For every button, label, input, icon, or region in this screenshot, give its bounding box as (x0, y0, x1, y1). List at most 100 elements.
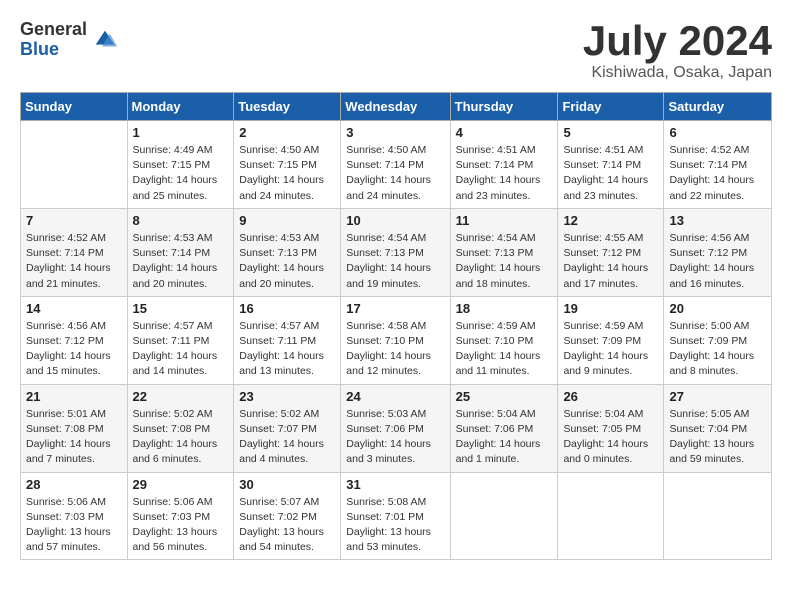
calendar-cell (450, 472, 558, 560)
day-info: Sunrise: 5:02 AM Sunset: 7:08 PM Dayligh… (133, 407, 229, 468)
day-info: Sunrise: 4:55 AM Sunset: 7:12 PM Dayligh… (563, 231, 658, 292)
day-info: Sunrise: 4:59 AM Sunset: 7:09 PM Dayligh… (563, 319, 658, 380)
header-thursday: Thursday (450, 93, 558, 121)
calendar-cell: 14Sunrise: 4:56 AM Sunset: 7:12 PM Dayli… (21, 296, 128, 384)
day-info: Sunrise: 4:58 AM Sunset: 7:10 PM Dayligh… (346, 319, 444, 380)
calendar-cell: 20 Sunrise: 5:00 AM Sunset: 7:09 PM Dayli… (664, 296, 772, 384)
day-info: Sunrise: 5:04 AM Sunset: 7:06 PM Dayligh… (456, 407, 553, 468)
calendar-cell: 22Sunrise: 5:02 AM Sunset: 7:08 PM Dayli… (127, 384, 234, 472)
calendar-cell: 10 Sunrise: 4:54 AM Sunset: 7:13 PM Dayli… (341, 208, 450, 296)
calendar-cell: 25 Sunrise: 5:04 AM Sunset: 7:06 PM Dayli… (450, 384, 558, 472)
day-info: Sunrise: 5:05 AM Sunset: 7:04 PM Dayligh… (669, 407, 766, 468)
day-number: 1 (133, 125, 229, 140)
day-number: 11 (456, 213, 553, 228)
day-info: Sunrise: 4:56 AM Sunset: 7:12 PM Dayligh… (26, 319, 122, 380)
day-number: 19 (563, 301, 658, 316)
day-number: 29 (133, 477, 229, 492)
calendar-cell (664, 472, 772, 560)
calendar-week-3: 14Sunrise: 4:56 AM Sunset: 7:12 PM Dayli… (21, 296, 772, 384)
day-number: 13 (669, 213, 766, 228)
day-info: Sunrise: 4:57 AM Sunset: 7:11 PM Dayligh… (239, 319, 335, 380)
logo-blue: Blue (20, 40, 87, 60)
day-info: Sunrise: 4:54 AM Sunset: 7:13 PM Dayligh… (346, 231, 444, 292)
calendar-cell: 8Sunrise: 4:53 AM Sunset: 7:14 PM Daylig… (127, 208, 234, 296)
calendar-cell: 13 Sunrise: 4:56 AM Sunset: 7:12 PM Dayli… (664, 208, 772, 296)
calendar-cell: 7 Sunrise: 4:52 AM Sunset: 7:14 PM Daylig… (21, 208, 128, 296)
day-info: Sunrise: 4:56 AM Sunset: 7:12 PM Dayligh… (669, 231, 766, 292)
day-number: 12 (563, 213, 658, 228)
calendar-cell: 19 Sunrise: 4:59 AM Sunset: 7:09 PM Dayli… (558, 296, 664, 384)
calendar-cell (558, 472, 664, 560)
title-block: July 2024 Kishiwada, Osaka, Japan (583, 20, 772, 82)
logo-text: General Blue (20, 20, 87, 60)
calendar-table: SundayMondayTuesdayWednesdayThursdayFrid… (20, 92, 772, 560)
calendar-cell: 12 Sunrise: 4:55 AM Sunset: 7:12 PM Dayli… (558, 208, 664, 296)
logo-general: General (20, 20, 87, 40)
day-info: Sunrise: 5:00 AM Sunset: 7:09 PM Dayligh… (669, 319, 766, 380)
day-info: Sunrise: 5:07 AM Sunset: 7:02 PM Dayligh… (239, 495, 335, 556)
day-number: 31 (346, 477, 444, 492)
calendar-week-1: 1Sunrise: 4:49 AM Sunset: 7:15 PM Daylig… (21, 121, 772, 209)
day-info: Sunrise: 5:06 AM Sunset: 7:03 PM Dayligh… (26, 495, 122, 556)
day-number: 16 (239, 301, 335, 316)
calendar-cell: 5 Sunrise: 4:51 AM Sunset: 7:14 PM Daylig… (558, 121, 664, 209)
calendar-cell: 2Sunrise: 4:50 AM Sunset: 7:15 PM Daylig… (234, 121, 341, 209)
calendar-week-4: 21Sunrise: 5:01 AM Sunset: 7:08 PM Dayli… (21, 384, 772, 472)
day-info: Sunrise: 5:02 AM Sunset: 7:07 PM Dayligh… (239, 407, 335, 468)
day-info: Sunrise: 4:50 AM Sunset: 7:14 PM Dayligh… (346, 143, 444, 204)
day-number: 23 (239, 389, 335, 404)
header-tuesday: Tuesday (234, 93, 341, 121)
day-info: Sunrise: 4:57 AM Sunset: 7:11 PM Dayligh… (133, 319, 229, 380)
header-sunday: Sunday (21, 93, 128, 121)
calendar-cell: 9 Sunrise: 4:53 AM Sunset: 7:13 PM Daylig… (234, 208, 341, 296)
day-info: Sunrise: 4:52 AM Sunset: 7:14 PM Dayligh… (669, 143, 766, 204)
calendar-cell: 15 Sunrise: 4:57 AM Sunset: 7:11 PM Dayli… (127, 296, 234, 384)
calendar-cell: 3Sunrise: 4:50 AM Sunset: 7:14 PM Daylig… (341, 121, 450, 209)
calendar-cell: 29 Sunrise: 5:06 AM Sunset: 7:03 PM Dayli… (127, 472, 234, 560)
calendar-cell: 26 Sunrise: 5:04 AM Sunset: 7:05 PM Dayli… (558, 384, 664, 472)
calendar-cell: 21Sunrise: 5:01 AM Sunset: 7:08 PM Dayli… (21, 384, 128, 472)
calendar-cell: 24Sunrise: 5:03 AM Sunset: 7:06 PM Dayli… (341, 384, 450, 472)
day-number: 9 (239, 213, 335, 228)
calendar-cell: 23 Sunrise: 5:02 AM Sunset: 7:07 PM Dayli… (234, 384, 341, 472)
day-info: Sunrise: 4:53 AM Sunset: 7:13 PM Dayligh… (239, 231, 335, 292)
calendar-header-row: SundayMondayTuesdayWednesdayThursdayFrid… (21, 93, 772, 121)
day-number: 20 (669, 301, 766, 316)
calendar-cell: 18 Sunrise: 4:59 AM Sunset: 7:10 PM Dayli… (450, 296, 558, 384)
logo-icon (91, 26, 119, 54)
calendar-cell: 16 Sunrise: 4:57 AM Sunset: 7:11 PM Dayli… (234, 296, 341, 384)
month-title: July 2024 (583, 20, 772, 62)
day-info: Sunrise: 5:04 AM Sunset: 7:05 PM Dayligh… (563, 407, 658, 468)
day-info: Sunrise: 4:52 AM Sunset: 7:14 PM Dayligh… (26, 231, 122, 292)
day-info: Sunrise: 5:06 AM Sunset: 7:03 PM Dayligh… (133, 495, 229, 556)
day-number: 24 (346, 389, 444, 404)
day-info: Sunrise: 4:59 AM Sunset: 7:10 PM Dayligh… (456, 319, 553, 380)
day-number: 7 (26, 213, 122, 228)
day-info: Sunrise: 4:51 AM Sunset: 7:14 PM Dayligh… (563, 143, 658, 204)
day-number: 10 (346, 213, 444, 228)
day-number: 5 (563, 125, 658, 140)
header-friday: Friday (558, 93, 664, 121)
logo: General Blue (20, 20, 119, 60)
calendar-week-2: 7 Sunrise: 4:52 AM Sunset: 7:14 PM Daylig… (21, 208, 772, 296)
location: Kishiwada, Osaka, Japan (583, 64, 772, 82)
calendar-cell: 27 Sunrise: 5:05 AM Sunset: 7:04 PM Dayli… (664, 384, 772, 472)
calendar-cell: 6Sunrise: 4:52 AM Sunset: 7:14 PM Daylig… (664, 121, 772, 209)
day-number: 25 (456, 389, 553, 404)
day-number: 15 (133, 301, 229, 316)
calendar-cell: 31 Sunrise: 5:08 AM Sunset: 7:01 PM Dayli… (341, 472, 450, 560)
day-number: 18 (456, 301, 553, 316)
calendar-week-5: 28 Sunrise: 5:06 AM Sunset: 7:03 PM Dayli… (21, 472, 772, 560)
calendar-cell: 11Sunrise: 4:54 AM Sunset: 7:13 PM Dayli… (450, 208, 558, 296)
header-wednesday: Wednesday (341, 93, 450, 121)
day-number: 26 (563, 389, 658, 404)
calendar-cell: 1Sunrise: 4:49 AM Sunset: 7:15 PM Daylig… (127, 121, 234, 209)
day-number: 4 (456, 125, 553, 140)
header-saturday: Saturday (664, 93, 772, 121)
day-number: 27 (669, 389, 766, 404)
calendar-cell (21, 121, 128, 209)
day-info: Sunrise: 4:50 AM Sunset: 7:15 PM Dayligh… (239, 143, 335, 204)
page-header: General Blue July 2024 Kishiwada, Osaka,… (20, 20, 772, 82)
day-number: 28 (26, 477, 122, 492)
day-info: Sunrise: 5:08 AM Sunset: 7:01 PM Dayligh… (346, 495, 444, 556)
